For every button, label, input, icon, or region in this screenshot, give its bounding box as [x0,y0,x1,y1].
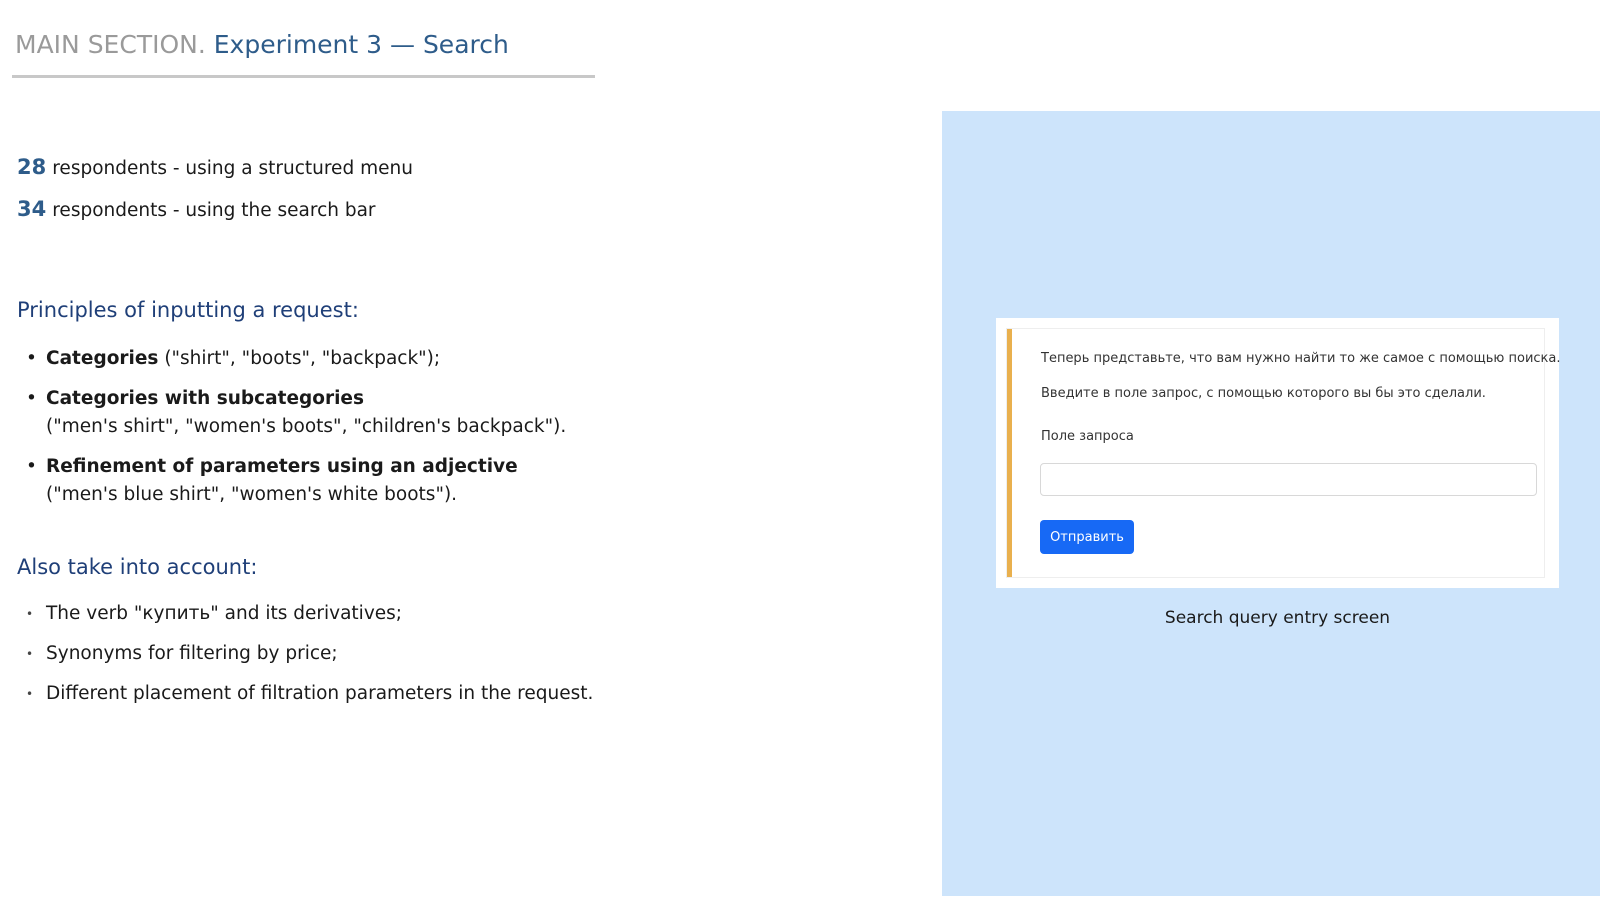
card-accent-bar [1007,329,1012,577]
item-subtext: ("men's shirt", "women's boots", "childr… [46,416,567,437]
stat-number: 28 [17,155,47,179]
item-text: Synonyms for filtering by price; [46,643,338,664]
also-heading: Also take into account: [17,555,258,579]
slide-title: MAIN SECTION. Experiment 3 — Search [15,30,509,59]
principles-list: • Categories ("shirt", "boots", "backpack… [26,345,566,521]
bullet-icon: • [26,607,34,621]
stat-line: 34 respondents - using the search bar [17,197,413,239]
instruction-text: Введите в поле запрос, с помощью которог… [1041,386,1486,401]
screenshot-caption: Search query entry screen [1164,608,1391,628]
item-subtext: ("men's blue shirt", "women's white boot… [46,484,458,505]
list-item: • Categories ("shirt", "boots", "backpack… [26,345,566,373]
bullet-icon: • [26,647,34,661]
bullet-icon: • [26,348,37,369]
experiment-title: Experiment 3 — Search [213,30,509,59]
respondent-stats: 28 respondents - using a structured menu … [17,155,413,239]
bullet-icon: • [26,687,34,701]
item-bold: Categories with subcategories [46,388,364,409]
principles-heading: Principles of inputting a request: [17,298,359,322]
list-item: • Synonyms for filtering by price; [26,640,593,668]
stat-line: 28 respondents - using a structured menu [17,155,413,197]
instruction-text: Теперь представьте, что вам нужно найти … [1041,351,1561,366]
list-item: • Categories with subcategories ("men's sh… [26,385,566,441]
item-bold: Refinement of parameters using an adject… [46,456,518,477]
stat-number: 34 [17,197,47,221]
header-divider [12,75,595,78]
query-input[interactable] [1040,463,1537,496]
also-list: • The verb "купить" and its derivatives; … [26,600,593,720]
list-item: • The verb "купить" and its derivatives; [26,600,593,628]
survey-card: Теперь представьте, что вам нужно найти … [1006,328,1561,578]
bullet-icon: • [26,456,37,477]
bullet-icon: • [26,388,37,409]
section-label: MAIN SECTION. [15,30,206,59]
item-text: ("shirt", "boots", "backpack"); [158,348,441,369]
submit-button[interactable]: Отправить [1040,520,1134,554]
list-item: • Different placement of filtration param… [26,680,593,708]
stat-text: respondents - using the search bar [52,200,376,221]
stat-text: respondents - using a structured menu [52,158,413,179]
list-item: • Refinement of parameters using an adjec… [26,453,566,509]
item-text: Different placement of filtration parame… [46,683,594,704]
query-field-label: Поле запроса [1041,429,1134,444]
slide-header: MAIN SECTION. Experiment 3 — Search [15,30,509,59]
item-bold: Categories [46,348,159,369]
item-text: The verb "купить" and its derivatives; [46,603,403,624]
search-screen-screenshot: Теперь представьте, что вам нужно найти … [996,318,1561,588]
